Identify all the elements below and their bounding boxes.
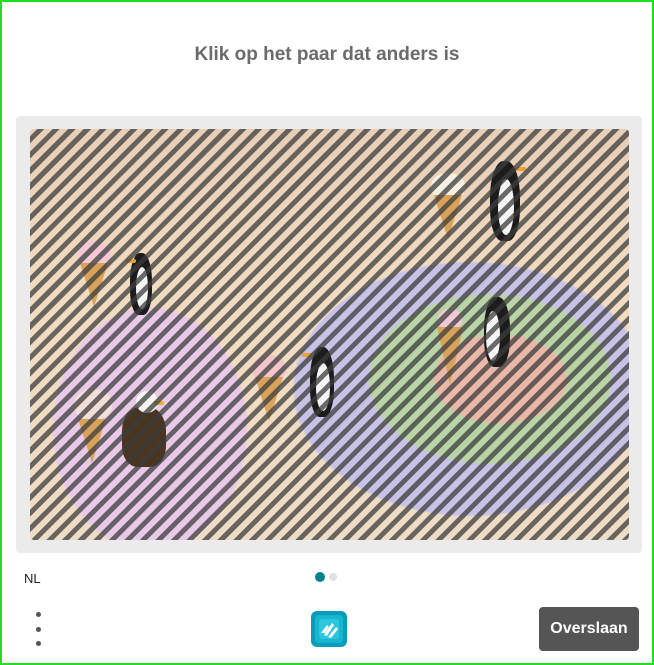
menu-dot [35, 641, 41, 646]
menu-dot [35, 612, 41, 617]
hcaptcha-logo-icon[interactable] [308, 608, 350, 650]
challenge-container [16, 116, 642, 553]
challenge-prompt: Klik op het paar dat anders is [194, 44, 460, 65]
captcha-frame: Klik op het paar dat anders is NL Oversl… [0, 0, 654, 665]
pagination-dots [315, 572, 337, 582]
kebab-menu-icon[interactable] [30, 612, 46, 646]
noise-overlay [30, 129, 629, 540]
page-dot-active [315, 572, 325, 582]
language-selector[interactable]: NL [24, 571, 41, 586]
challenge-image[interactable] [30, 129, 629, 540]
menu-dot [35, 626, 41, 632]
skip-button[interactable]: Overslaan [539, 607, 639, 651]
page-dot-inactive [329, 573, 337, 581]
